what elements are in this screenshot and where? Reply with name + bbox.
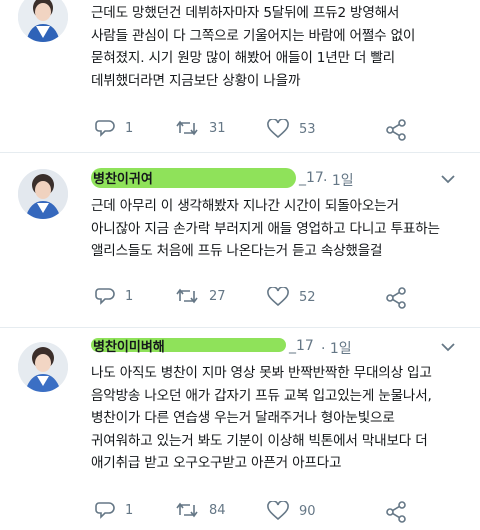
share-button[interactable] — [385, 119, 407, 141]
reply-icon — [95, 120, 115, 137]
heart-icon — [267, 287, 289, 307]
tweet-actions: 1 27 52 — [91, 287, 411, 309]
reply-button[interactable]: 1 — [95, 501, 133, 519]
tweet-actions: 1 31 53 — [91, 119, 411, 141]
heart-icon — [267, 501, 289, 521]
like-count: 52 — [299, 289, 316, 305]
reply-button[interactable]: 1 — [95, 287, 133, 305]
share-button[interactable] — [385, 287, 407, 309]
retweet-icon — [176, 288, 198, 304]
share-button[interactable] — [385, 501, 407, 523]
retweet-button[interactable]: 31 — [175, 119, 226, 137]
tweet-handle[interactable]: _17 — [289, 338, 314, 354]
tweet-3[interactable]: 병찬이미벼해 _17 · 1일 나도 아직도 병찬이 지마 영상 못봐 반짝반짝… — [0, 328, 480, 530]
reply-count: 1 — [125, 502, 134, 518]
retweet-button[interactable]: 27 — [175, 287, 226, 305]
reply-button[interactable]: 1 — [95, 119, 133, 137]
like-count: 90 — [299, 503, 316, 519]
tweet-1[interactable]: 근데도 망했던건 데뷔하자마자 5달뒤에 프듀2 방영해서 사람들 관심이 다 … — [0, 0, 480, 152]
like-button[interactable]: 53 — [267, 119, 316, 139]
retweet-count: 84 — [209, 502, 226, 518]
display-name[interactable]: 병찬이미벼해 — [93, 336, 165, 355]
tweet-handle[interactable]: _17 — [299, 170, 324, 186]
share-icon — [386, 287, 406, 309]
tweet-time[interactable]: · 1일 — [323, 170, 354, 190]
display-name[interactable]: 병찬이귀여 — [93, 168, 153, 187]
share-icon — [386, 501, 406, 523]
like-count: 53 — [299, 121, 316, 137]
tweet-actions: 1 84 90 — [91, 501, 411, 523]
chevron-down-icon[interactable] — [439, 340, 457, 354]
reply-icon — [95, 288, 115, 305]
heart-icon — [267, 119, 289, 139]
avatar[interactable] — [18, 342, 68, 392]
tweet-time[interactable]: · 1일 — [321, 338, 352, 358]
share-icon — [386, 119, 406, 141]
tweet-text: 근데 아무리 이 생각해봤자 지나간 시간이 되돌아오는거 아니잖아 지금 손가… — [91, 198, 440, 260]
retweet-icon — [176, 502, 198, 518]
tweet-text: 나도 아직도 병찬이 지마 영상 못봐 반짝반짝한 무대의상 입고 음악방송 나… — [91, 365, 432, 472]
avatar[interactable] — [18, 169, 68, 219]
tweet-header: 병찬이귀여 _17 · 1일 — [91, 168, 471, 192]
tweet-text: 근데도 망했던건 데뷔하자마자 5달뒤에 프듀2 방영해서 사람들 관심이 다 … — [91, 5, 416, 89]
retweet-count: 31 — [209, 120, 226, 136]
chevron-down-icon[interactable] — [439, 172, 457, 186]
reply-count: 1 — [125, 288, 134, 304]
retweet-count: 27 — [209, 288, 226, 304]
tweet-header: 병찬이미벼해 _17 · 1일 — [91, 336, 471, 360]
reply-count: 1 — [125, 120, 134, 136]
retweet-icon — [176, 120, 198, 136]
tweet-2[interactable]: 병찬이귀여 _17 · 1일 근데 아무리 이 생각해봤자 지나간 시간이 되돌… — [0, 153, 480, 327]
reply-icon — [95, 502, 115, 519]
like-button[interactable]: 90 — [267, 501, 316, 521]
retweet-button[interactable]: 84 — [175, 501, 226, 519]
like-button[interactable]: 52 — [267, 287, 316, 307]
avatar[interactable] — [18, 0, 68, 42]
